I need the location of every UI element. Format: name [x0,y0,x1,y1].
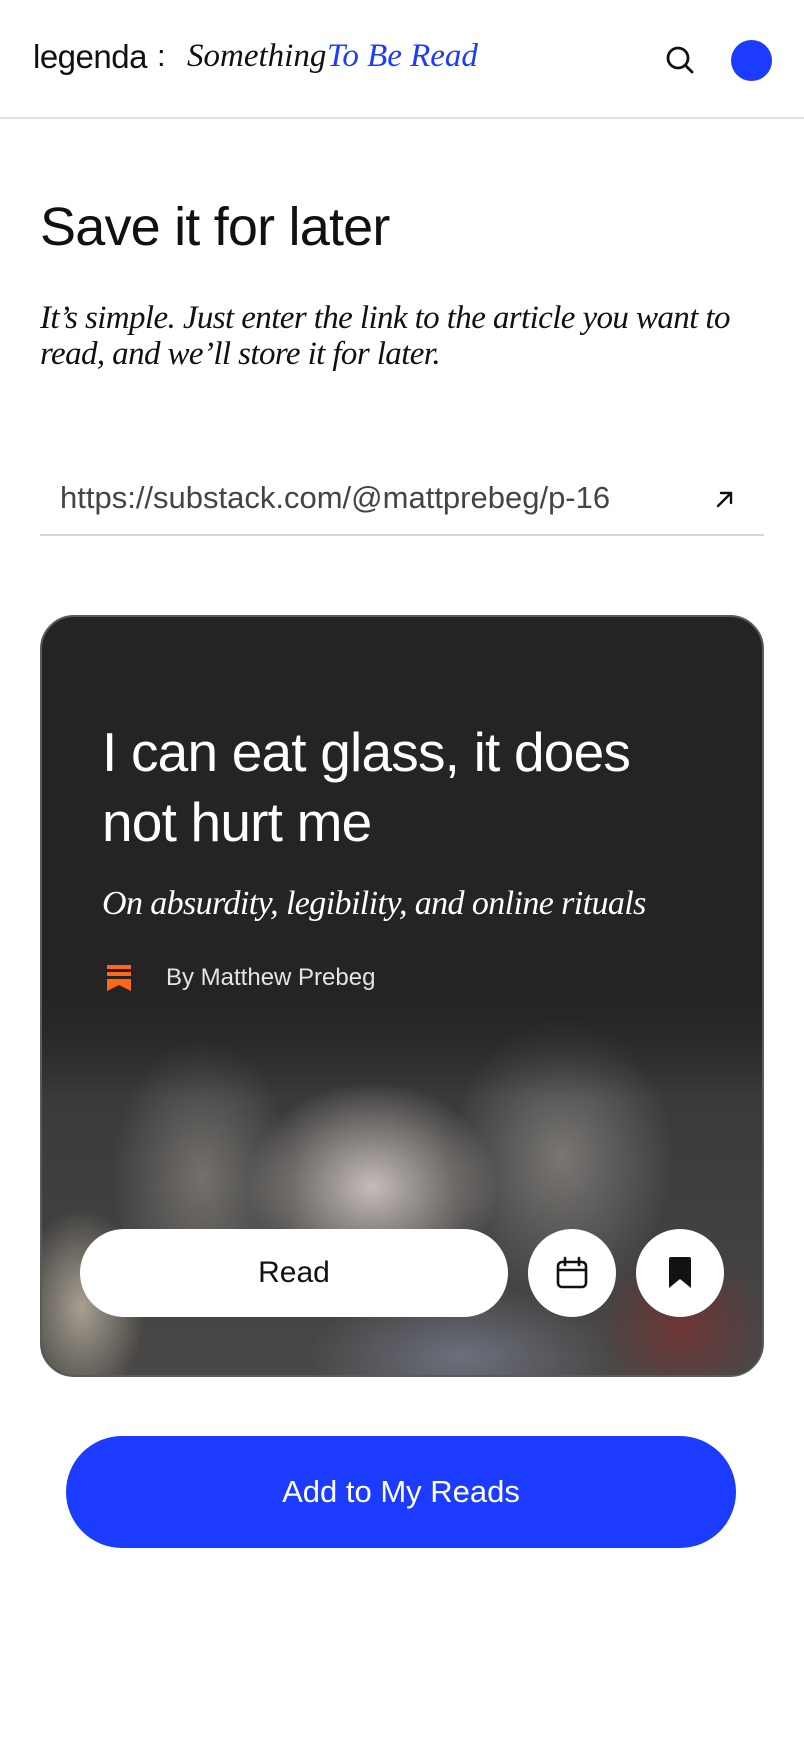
add-to-my-reads-button[interactable]: Add to My Reads [66,1436,736,1548]
brand-logo[interactable]: legenda [33,38,147,76]
substack-icon [106,964,132,992]
avatar[interactable] [731,40,772,81]
bookmark-icon [669,1257,691,1288]
article-subtitle: On absurdity, legibility, and online rit… [102,885,646,922]
url-field-row [40,462,764,536]
article-byline: By Matthew Prebeg [106,961,375,995]
read-button[interactable]: Read [80,1229,508,1317]
brand-separator: : [157,38,166,73]
calendar-icon [556,1256,588,1289]
search-icon [666,46,694,74]
article-title: I can eat glass, it does not hurt me [102,721,631,853]
submit-url-button[interactable] [708,482,742,516]
search-button[interactable] [660,40,700,80]
arrow-up-right-icon [716,491,733,508]
url-input[interactable] [60,476,675,520]
author-name: By Matthew Prebeg [166,964,376,991]
page-title: Save it for later [40,197,390,257]
top-bar: legenda : Something To Be Read [0,0,804,119]
bookmark-button[interactable] [636,1229,724,1317]
intro-text: It’s simple. Just enter the link to the … [40,300,730,372]
tagline-part2: To Be Read [327,38,478,74]
schedule-button[interactable] [528,1229,616,1317]
tagline-part1: Something [187,38,327,74]
article-preview-card: I can eat glass, it does not hurt me On … [40,615,764,1377]
